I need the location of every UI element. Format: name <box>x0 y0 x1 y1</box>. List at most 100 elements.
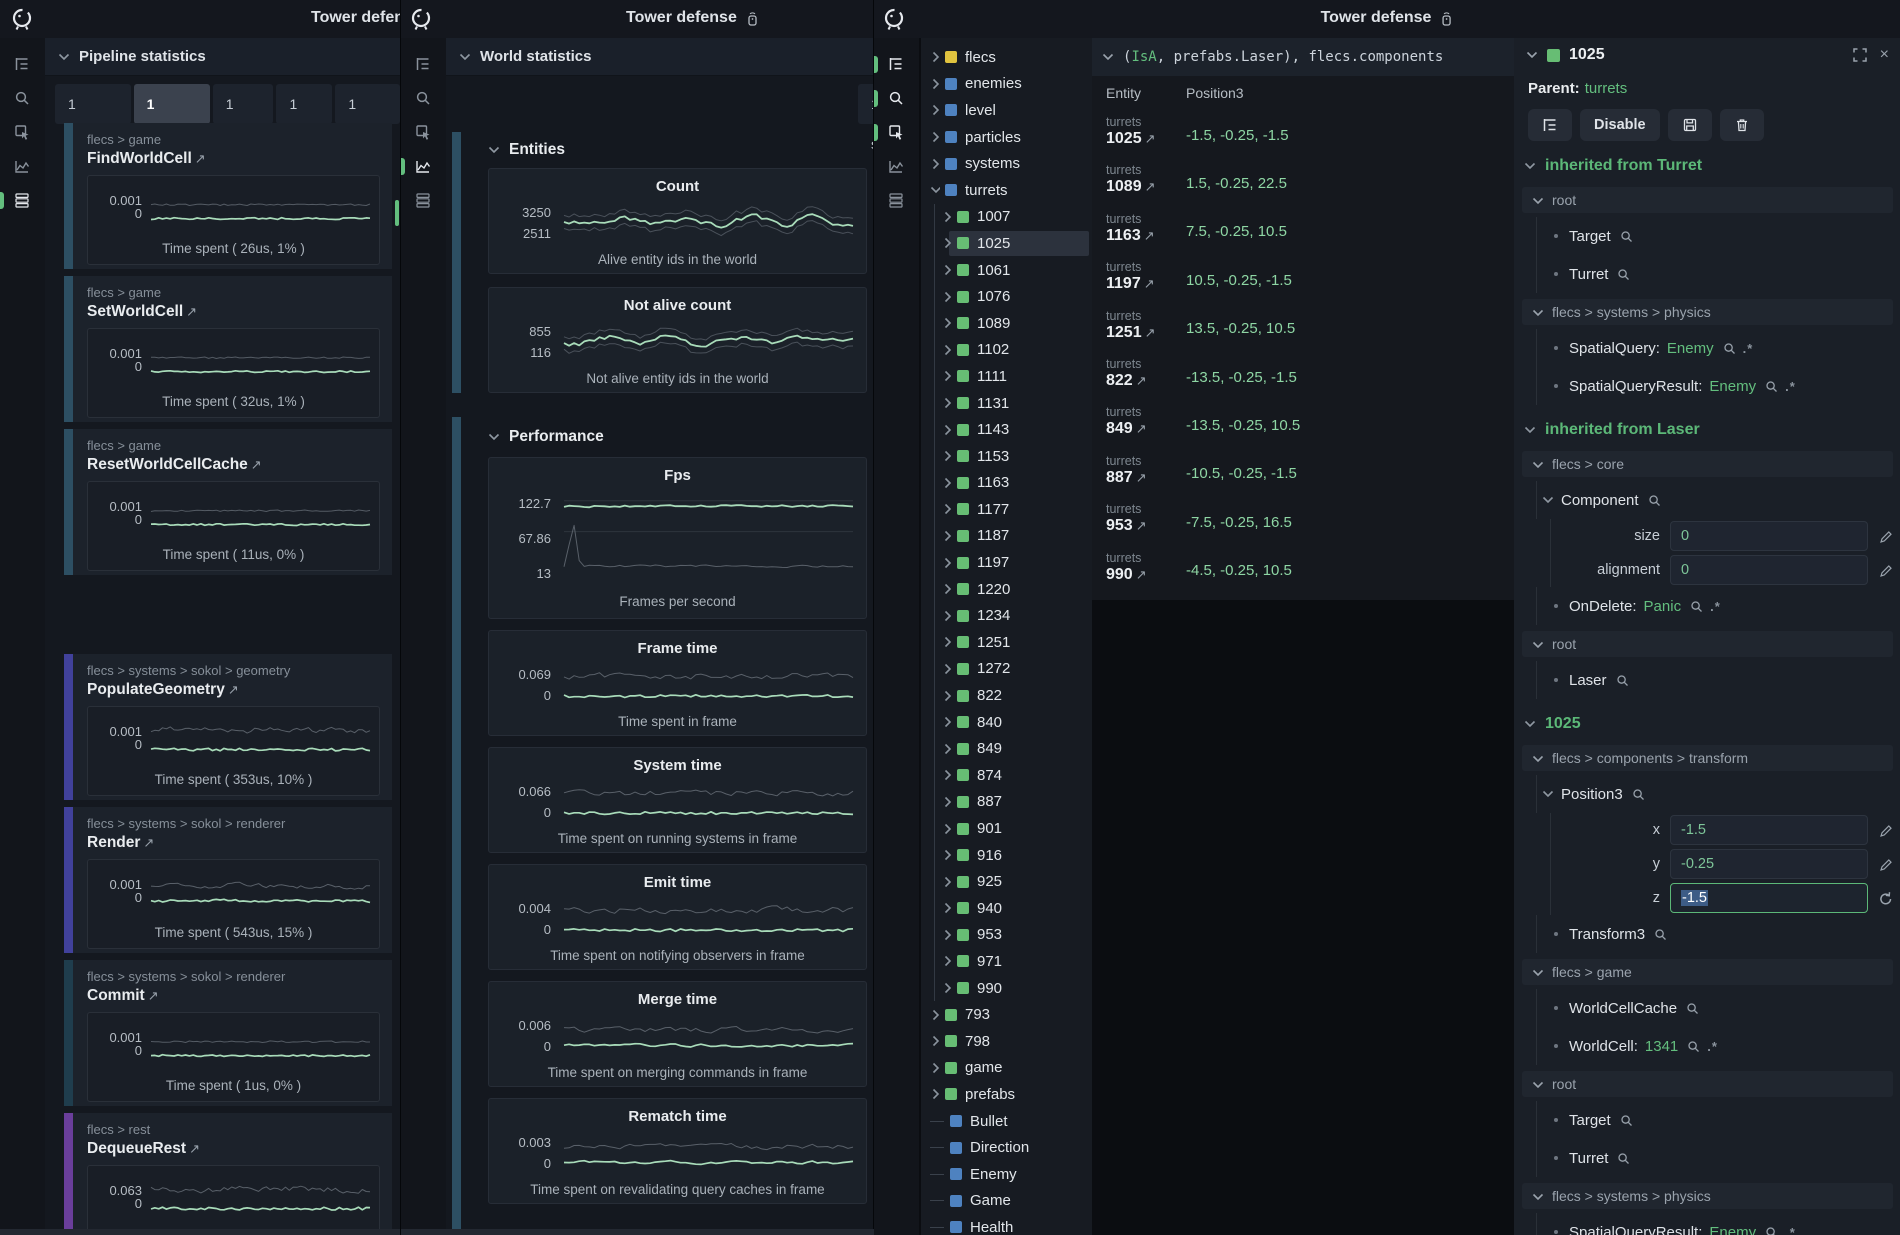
component-row[interactable]: Target <box>1514 217 1900 255</box>
component-row[interactable]: Turret <box>1514 1139 1900 1177</box>
chevron-right-icon[interactable] <box>942 291 952 303</box>
entities-section-header[interactable]: Entities <box>488 132 874 168</box>
component-row[interactable]: OnDelete: Panic .* <box>1514 587 1900 625</box>
entity-link[interactable]: 887↗ <box>1106 468 1186 488</box>
tree-item[interactable]: enemies <box>921 71 1092 98</box>
performance-section-header[interactable]: Performance <box>488 417 874 457</box>
chevron-right-icon[interactable] <box>930 1088 940 1100</box>
chevron-right-icon[interactable] <box>942 424 952 436</box>
time-range-tab[interactable]: 1 second <box>55 84 131 124</box>
sidebar-search-icon[interactable] <box>0 88 45 109</box>
tree-item[interactable]: 1143 <box>921 416 1092 443</box>
chevron-right-icon[interactable] <box>942 530 952 542</box>
chevron-right-icon[interactable] <box>942 237 952 249</box>
chevron-right-icon[interactable] <box>942 370 952 382</box>
save-button[interactable] <box>1668 109 1712 141</box>
chevron-right-icon[interactable] <box>942 663 952 675</box>
chevron-down-icon[interactable] <box>930 184 940 196</box>
tree-item[interactable]: 874 <box>921 762 1092 789</box>
tree-item[interactable]: game <box>921 1055 1092 1082</box>
tree-item[interactable]: 1153 <box>921 443 1092 470</box>
edit-icon[interactable] <box>1878 529 1893 544</box>
system-link[interactable]: Render↗ <box>87 834 380 852</box>
component-value-link[interactable]: Enemy <box>1667 340 1714 357</box>
tree-view-button[interactable] <box>1528 109 1572 141</box>
chevron-right-icon[interactable] <box>942 450 952 462</box>
component-row[interactable]: Turret <box>1514 255 1900 293</box>
time-range-tab[interactable]: 1 second <box>858 84 874 124</box>
field-input[interactable]: -1.5 <box>1670 883 1868 913</box>
tree-item[interactable]: prefabs <box>921 1081 1092 1108</box>
chevron-down-icon[interactable] <box>1542 788 1554 800</box>
inspector-section-header[interactable]: inherited from Turret <box>1514 151 1900 181</box>
inspector-section-header[interactable]: inherited from Laser <box>1514 415 1900 445</box>
field-input[interactable]: -1.5 <box>1670 815 1868 845</box>
chevron-right-icon[interactable] <box>942 849 952 861</box>
search-icon[interactable] <box>1654 928 1667 941</box>
chevron-right-icon[interactable] <box>942 929 952 941</box>
tree-item[interactable]: 925 <box>921 868 1092 895</box>
search-icon[interactable] <box>1616 674 1629 687</box>
tree-item[interactable]: 1076 <box>921 283 1092 310</box>
chevron-right-icon[interactable] <box>942 955 952 967</box>
search-icon[interactable] <box>1632 788 1645 801</box>
chevron-right-icon[interactable] <box>942 769 952 781</box>
system-link[interactable]: ResetWorldCellCache↗ <box>87 456 380 474</box>
chevron-right-icon[interactable] <box>942 211 952 223</box>
chevron-down-icon[interactable] <box>1542 494 1554 506</box>
panel-header-world-statistics[interactable]: World statistics <box>446 38 874 76</box>
tree-item[interactable]: 1007 <box>921 204 1092 231</box>
search-icon[interactable] <box>1620 230 1633 243</box>
tree-item[interactable]: 840 <box>921 709 1092 736</box>
system-link[interactable]: PopulateGeometry↗ <box>87 681 380 699</box>
inspector-section-header[interactable]: 1025 <box>1514 709 1900 739</box>
sidebar-chart-icon[interactable] <box>874 156 919 177</box>
pair-icon[interactable]: .* <box>1785 379 1796 394</box>
entity-link[interactable]: 1025↗ <box>1106 129 1186 149</box>
entity-link[interactable]: 953↗ <box>1106 516 1186 536</box>
sidebar-stats-icon[interactable] <box>874 190 919 211</box>
sidebar-tree-icon[interactable] <box>874 54 919 75</box>
tree-item[interactable]: 1111 <box>921 363 1092 390</box>
search-icon[interactable] <box>1648 494 1661 507</box>
sidebar-inspector-icon[interactable] <box>401 122 446 143</box>
tree-item[interactable]: 1234 <box>921 602 1092 629</box>
parent-link[interactable]: turrets <box>1585 80 1628 97</box>
entity-link[interactable]: 1197↗ <box>1106 274 1186 294</box>
tree-item[interactable]: 990 <box>921 975 1092 1002</box>
chevron-right-icon[interactable] <box>942 982 952 994</box>
tree-item[interactable]: Game <box>921 1188 1092 1215</box>
delete-button[interactable] <box>1720 109 1764 141</box>
tree-item[interactable]: 793 <box>921 1001 1092 1028</box>
disable-button[interactable]: Disable <box>1580 109 1660 141</box>
chevron-right-icon[interactable] <box>942 317 952 329</box>
sidebar-search-icon[interactable] <box>874 88 919 109</box>
tree-item[interactable]: 1197 <box>921 549 1092 576</box>
tree-item[interactable]: 849 <box>921 735 1092 762</box>
component-row[interactable]: SpatialQuery: Enemy .* <box>1514 329 1900 367</box>
scrollbar-thumb[interactable] <box>395 200 399 226</box>
component-row[interactable]: Target <box>1514 1101 1900 1139</box>
component-value-link[interactable]: Enemy <box>1709 378 1756 395</box>
component-scope-bar[interactable]: flecs > systems > physics <box>1522 299 1893 325</box>
tree-item[interactable]: 1102 <box>921 337 1092 364</box>
tree-item[interactable]: 1089 <box>921 310 1092 337</box>
search-icon[interactable] <box>1765 380 1778 393</box>
chevron-right-icon[interactable] <box>930 78 940 90</box>
chevron-down-icon[interactable] <box>1526 49 1538 61</box>
time-range-tab[interactable]: 1 day <box>276 84 332 124</box>
chevron-right-icon[interactable] <box>942 823 952 835</box>
search-icon[interactable] <box>1690 600 1703 613</box>
component-value-link[interactable]: Panic <box>1644 598 1682 615</box>
chevron-right-icon[interactable] <box>942 557 952 569</box>
component-scope-bar[interactable]: flecs > systems > physics <box>1522 1183 1893 1209</box>
tree-item[interactable]: flecs <box>921 44 1092 71</box>
pair-icon[interactable]: .* <box>1743 341 1754 356</box>
system-link[interactable]: FindWorldCell↗ <box>87 150 380 168</box>
chevron-right-icon[interactable] <box>942 716 952 728</box>
chevron-right-icon[interactable] <box>942 477 952 489</box>
chevron-right-icon[interactable] <box>942 344 952 356</box>
search-icon[interactable] <box>1617 268 1630 281</box>
component-value-link[interactable]: Enemy <box>1709 1224 1756 1235</box>
expand-icon[interactable] <box>1852 47 1868 63</box>
